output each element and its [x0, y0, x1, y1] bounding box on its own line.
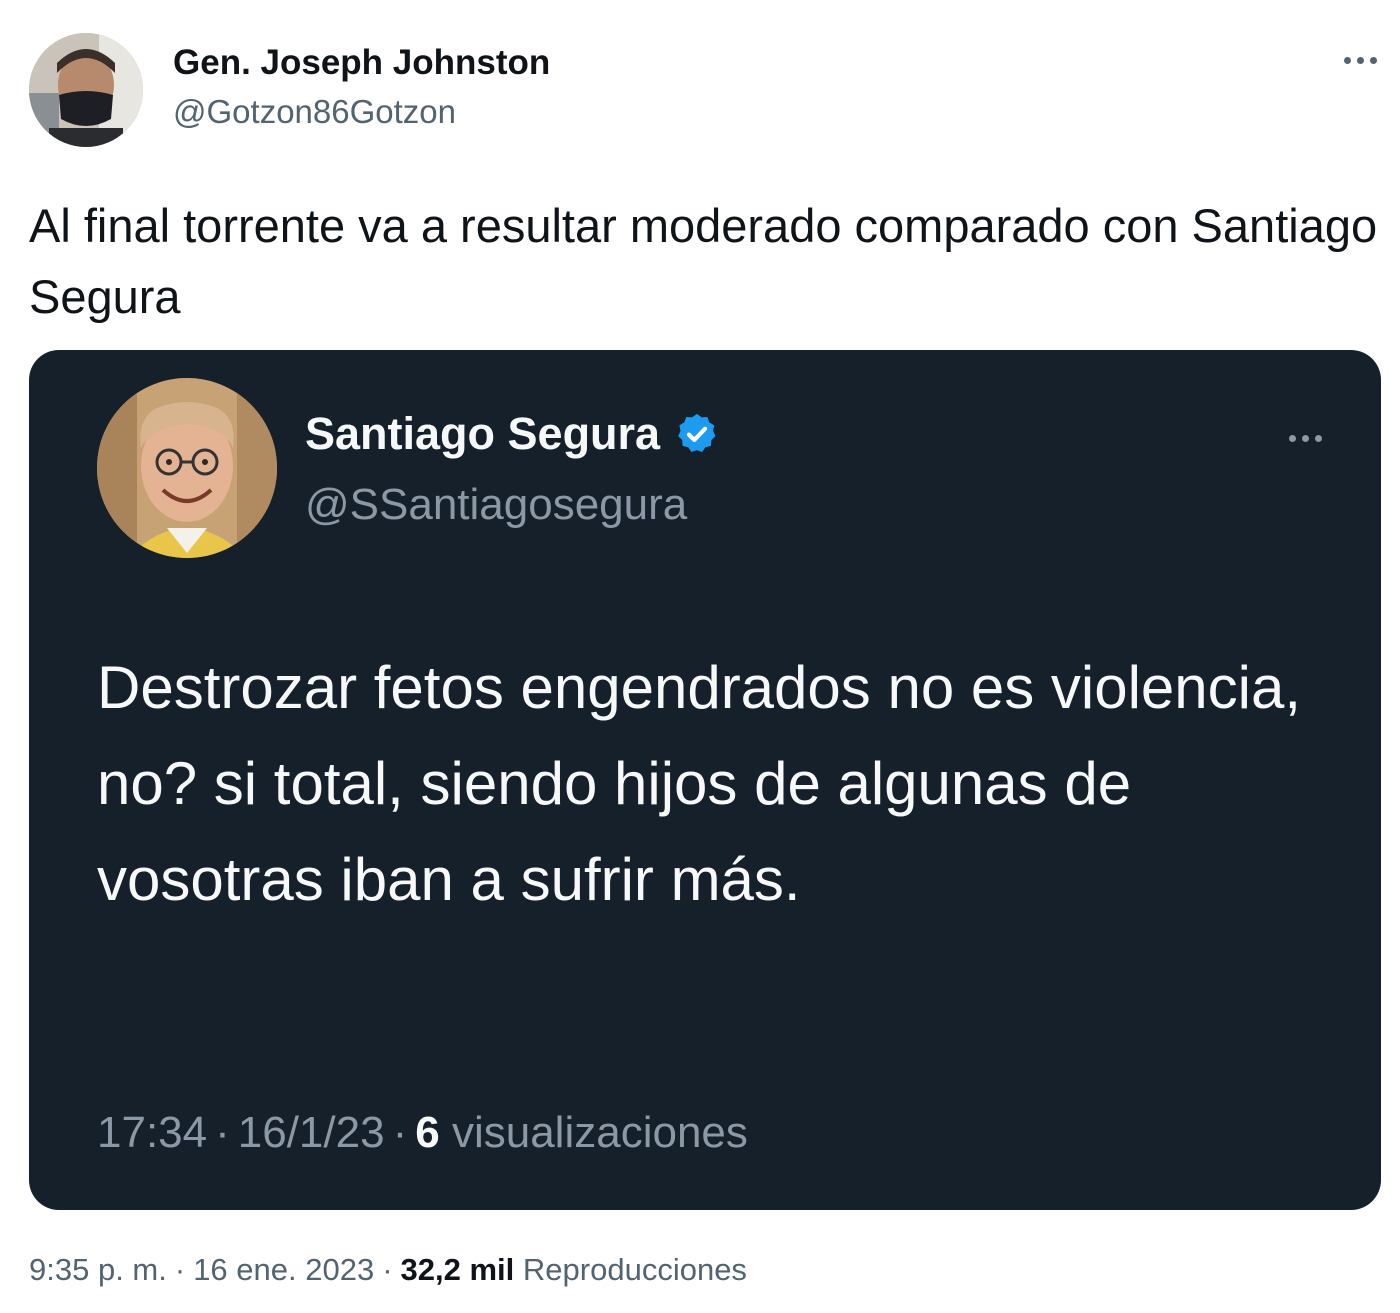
quoted-tweet-meta: 17:34 · 16/1/23 · 6 visualizaciones: [97, 1108, 748, 1157]
author-avatar[interactable]: [29, 33, 143, 147]
quoted-views-count: 6: [415, 1108, 440, 1157]
author-name[interactable]: Gen. Joseph Johnston: [173, 43, 550, 83]
tweet-time[interactable]: 9:35 p. m.: [29, 1252, 167, 1287]
quoted-author-avatar: [97, 378, 277, 558]
views-label: Reproducciones: [522, 1252, 747, 1287]
quoted-author-name: Santiago Segura: [305, 408, 661, 459]
embedded-tweet-image[interactable]: Santiago Segura @SSantiagosegura Destroz…: [29, 350, 1381, 1210]
author-handle[interactable]: @Gotzon86Gotzon: [173, 93, 456, 131]
views-count: 32,2 mil: [400, 1252, 515, 1287]
quoted-avatar-image: [97, 378, 277, 558]
quoted-author-handle: @SSantiagosegura: [305, 480, 688, 529]
more-options-button[interactable]: [1336, 40, 1384, 80]
tweet-text: Al final torrente va a resultar moderado…: [29, 199, 1378, 323]
author-avatar-image: [29, 33, 143, 147]
quoted-time: 17:34: [97, 1108, 208, 1157]
more-horizontal-icon: [1288, 434, 1322, 442]
tweet-date[interactable]: 16 ene. 2023: [193, 1252, 374, 1287]
quoted-more-options: [1277, 418, 1333, 458]
quoted-date: 16/1/23: [237, 1108, 385, 1157]
more-horizontal-icon: [1343, 56, 1377, 64]
quoted-tweet-text: Destrozar fetos engendrados no es violen…: [97, 654, 1302, 913]
tweet-meta: 9:35 p. m. · 16 ene. 2023 · 32,2 mil Reprodu…: [29, 1252, 747, 1287]
quoted-views-label: visualizaciones: [451, 1108, 748, 1157]
quoted-author-name-row: Santiago Segura: [305, 408, 720, 460]
verified-badge-icon: [678, 413, 716, 453]
